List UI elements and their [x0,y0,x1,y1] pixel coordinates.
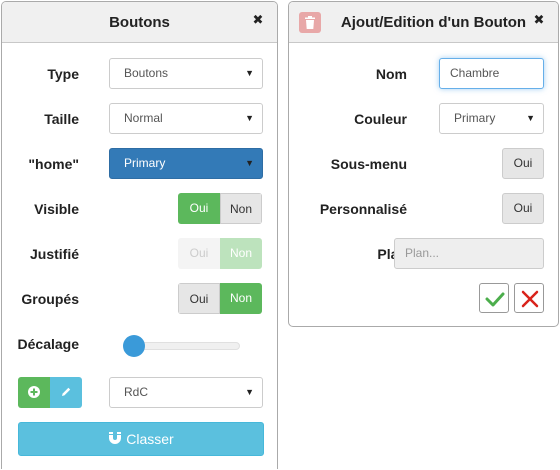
justifie-oui-button[interactable]: Oui [178,238,220,269]
type-label: Type [47,66,79,82]
panel-header: Ajout/Edition d'un Bouton ✖ [289,2,558,43]
sous-menu-oui-button[interactable]: Oui [502,148,544,179]
classer-button[interactable]: Classer [18,422,264,456]
personnalise-oui-button[interactable]: Oui [502,193,544,224]
taille-row: Taille Normal ▼ [2,102,277,136]
sous-menu-label: Sous-menu [330,156,407,172]
taille-label: Taille [44,111,79,127]
buttons-panel: Boutons ✖ Type Boutons ▼ Taille Normal ▼… [1,1,278,469]
groupes-oui-button[interactable]: Oui [178,283,220,314]
plan-row: Plan Plan... [289,237,558,271]
visible-oui-button[interactable]: Oui [178,193,220,224]
chevron-down-icon: ▼ [526,113,535,123]
couleur-select[interactable]: Primary ▼ [439,103,544,134]
couleur-row: Couleur Primary ▼ [289,102,558,136]
nom-input[interactable]: Chambre [439,58,544,89]
edit-button-panel: Ajout/Edition d'un Bouton ✖ Nom Chambre … [288,1,559,327]
visible-row: Visible Oui Non [2,192,277,226]
chevron-down-icon: ▼ [245,387,254,397]
home-row: "home" Primary ▼ [2,147,277,181]
close-icon[interactable]: ✖ [532,13,546,27]
panel-title: Ajout/Edition d'un Bouton [340,14,527,31]
plus-circle-icon [28,386,40,398]
classer-label: Classer [126,431,174,447]
panel-title: Boutons [109,14,170,31]
nom-row: Nom Chambre [289,57,558,91]
visible-label: Visible [34,201,79,217]
decalage-label: Décalage [17,336,79,352]
couleur-select-value: Primary [454,111,496,125]
home-select-value: Primary [124,156,166,170]
justifie-toggle: Oui Non [178,238,262,269]
panel-header: Boutons ✖ [2,2,277,43]
justifie-non-button[interactable]: Non [220,238,262,269]
taille-select-value: Normal [124,111,163,125]
personnalise-label: Personnalisé [319,201,407,217]
chevron-down-icon: ▼ [245,113,254,123]
edit-button[interactable] [50,377,82,408]
home-label: "home" [28,156,79,172]
groupes-toggle: Oui Non [178,283,262,314]
home-select[interactable]: Primary ▼ [109,148,263,179]
visible-toggle: Oui Non [178,193,262,224]
decalage-slider-handle[interactable] [123,335,145,357]
nom-label: Nom [375,66,407,82]
couleur-label: Couleur [354,111,407,127]
personnalise-row: Personnalisé Oui [289,192,558,226]
close-icon[interactable]: ✖ [251,13,265,27]
check-icon [485,292,505,307]
chevron-down-icon: ▼ [245,158,254,168]
room-select-value: RdC [124,385,149,399]
cross-icon [521,290,539,308]
taille-select[interactable]: Normal ▼ [109,103,263,134]
groupes-non-button[interactable]: Non [220,283,262,314]
add-button[interactable] [18,377,50,408]
visible-non-button[interactable]: Non [220,193,262,224]
decalage-slider-track[interactable] [129,342,240,350]
pencil-icon [62,387,71,396]
chevron-down-icon: ▼ [245,68,254,78]
type-select-value: Boutons [124,66,169,80]
plan-input[interactable]: Plan... [394,238,544,269]
justifie-label: Justifié [29,246,79,262]
cancel-button[interactable] [514,283,544,313]
justifie-row: Justifié Oui Non [2,237,277,271]
magnet-icon [109,432,122,444]
groupes-row: Groupés Oui Non [2,282,277,316]
sous-menu-row: Sous-menu Oui [289,147,558,181]
type-select[interactable]: Boutons ▼ [109,58,263,89]
room-select[interactable]: RdC ▼ [109,377,263,408]
groupes-label: Groupés [21,291,79,307]
confirm-button[interactable] [479,283,509,313]
type-row: Type Boutons ▼ [2,57,277,91]
